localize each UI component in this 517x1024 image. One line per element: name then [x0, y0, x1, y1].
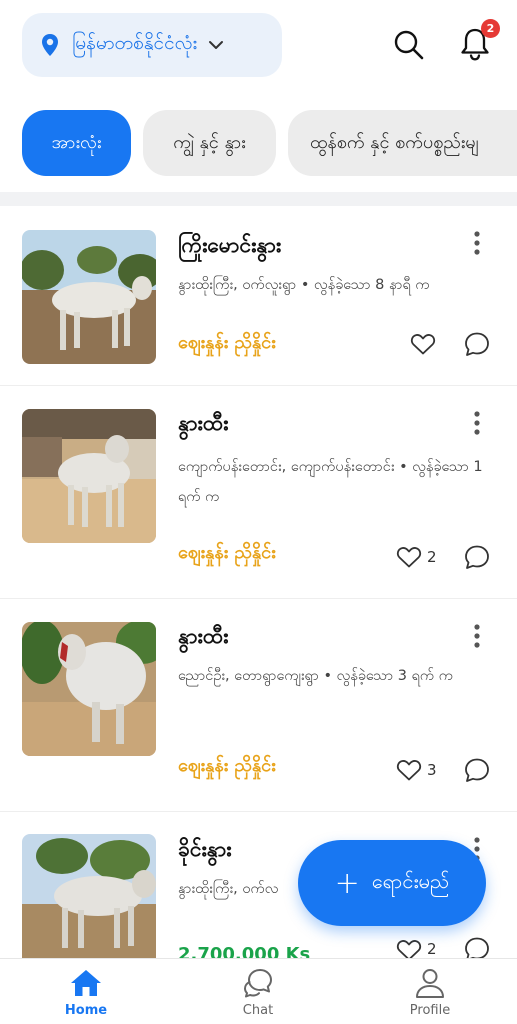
- sell-button-label: ရောင်းမည်: [371, 869, 450, 893]
- notification-badge: 2: [481, 19, 500, 38]
- nav-home-label: Home: [64, 1003, 108, 1018]
- section-divider: [0, 192, 517, 206]
- listing-price: 2,700,000 Ks: [178, 944, 311, 958]
- category-filter-bar: အားလုံး ကျွဲ နှင့် နွား ထွန်စက် နှင့် စက…: [0, 110, 517, 178]
- plus-icon: +: [334, 865, 360, 901]
- bottom-navigation: Home Chat Profile: [0, 958, 517, 1024]
- listing-meta: ကျောက်ပန်းတောင်း, ကျောက်ပန်းတောင်း • လွန…: [178, 459, 483, 505]
- listing-price: ဈေးနှုန်း ညှိနှိုင်း: [178, 755, 276, 776]
- listing-meta: နွားထိုးကြီး, ဝက်လ: [178, 881, 279, 897]
- sell-fab-button[interactable]: + ရောင်းမည်: [298, 840, 486, 926]
- like-count: 2: [427, 940, 437, 958]
- nav-profile-label: Profile: [409, 1003, 451, 1018]
- category-chip-machinery[interactable]: ထွန်စက် နှင့် စက်ပစ္စည်းမျ: [288, 110, 517, 176]
- chat-bubble-icon[interactable]: [464, 331, 490, 357]
- nav-chat-label: Chat: [242, 1003, 274, 1018]
- heart-icon[interactable]: [410, 332, 436, 356]
- chevron-down-icon: [209, 41, 224, 49]
- listing-photo: [22, 409, 156, 543]
- category-chip-cattle[interactable]: ကျွဲ နှင့် နွား: [143, 110, 276, 176]
- more-options-icon[interactable]: [470, 410, 484, 436]
- more-options-icon[interactable]: [470, 230, 484, 256]
- listing-card[interactable]: နွားထီး ညောင်ဦး, တောရွာကျေးရွာ • လွန်ခဲ့…: [0, 599, 517, 812]
- listing-title: ကြိုးမောင်းနွား: [178, 233, 282, 257]
- listing-title: နွားထီး: [178, 624, 229, 648]
- location-label: မြန်မာတစ်နိုင်ငံလုံး: [72, 32, 198, 54]
- listing-title: ခိုင်းနွား: [178, 837, 232, 861]
- nav-profile[interactable]: Profile: [380, 967, 480, 1018]
- listing-photo: [22, 622, 156, 756]
- chat-icon: [244, 969, 272, 998]
- search-icon[interactable]: [392, 28, 426, 62]
- chat-bubble-icon[interactable]: [464, 936, 490, 958]
- listing-price: ဈေးနှုန်း ညှိနှိုင်း: [178, 542, 276, 563]
- listing-card[interactable]: နွားထီး ကျောက်ပန်းတောင်း, ကျောက်ပန်းတောင…: [0, 386, 517, 599]
- profile-icon: [416, 969, 444, 998]
- more-options-icon[interactable]: [470, 623, 484, 649]
- listing-price: ဈေးနှုန်း ညှိနှိုင်း: [178, 332, 276, 353]
- chat-bubble-icon[interactable]: [464, 544, 490, 570]
- listing-meta: နွားထိုးကြီး, ဝက်လူးရွာ • လွန်ခဲ့သော 8 န…: [178, 277, 430, 293]
- listing-photo: [22, 834, 156, 958]
- heart-icon[interactable]: [396, 758, 422, 782]
- category-chip-all[interactable]: အားလုံး: [22, 110, 131, 176]
- listing-title: နွားထီး: [178, 411, 229, 435]
- heart-icon[interactable]: [396, 545, 422, 569]
- listing-photo: [22, 230, 156, 364]
- heart-icon[interactable]: [396, 938, 422, 958]
- listing-card[interactable]: ကြိုးမောင်းနွား နွားထိုးကြီး, ဝက်လူးရွာ …: [0, 206, 517, 386]
- like-count: 2: [427, 548, 437, 566]
- location-selector[interactable]: မြန်မာတစ်နိုင်ငံလုံး: [22, 13, 282, 77]
- location-pin-icon: [42, 34, 58, 56]
- top-bar: မြန်မာတစ်နိုင်ငံလုံး 2: [0, 0, 517, 96]
- like-count: 3: [427, 761, 437, 779]
- home-icon: [71, 970, 101, 996]
- nav-home[interactable]: Home: [36, 967, 136, 1018]
- nav-chat[interactable]: Chat: [208, 967, 308, 1018]
- chat-bubble-icon[interactable]: [464, 757, 490, 783]
- listing-meta: ညောင်ဦး, တောရွာကျေးရွာ • လွန်ခဲ့သော 3 ရက…: [178, 668, 453, 684]
